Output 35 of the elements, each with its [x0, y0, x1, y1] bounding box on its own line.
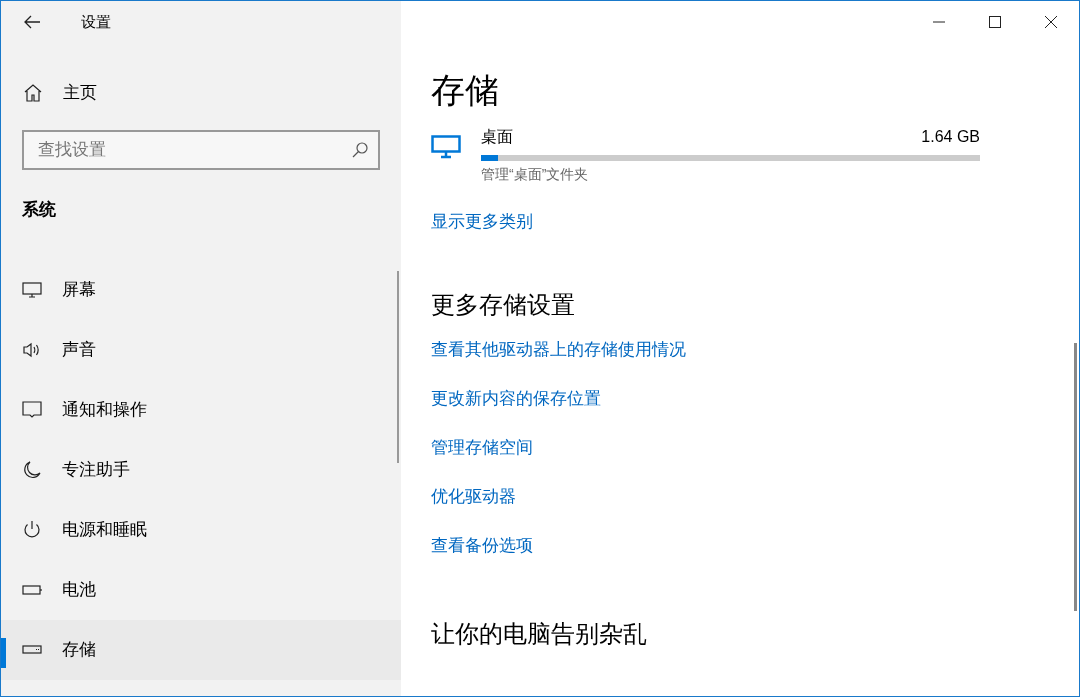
section-heading: 系统: [22, 199, 56, 221]
section-heading: 更多存储设置: [431, 289, 575, 320]
window-title: 设置: [81, 11, 111, 32]
selection-indicator: [1, 637, 6, 668]
search-field[interactable]: 查找设置: [22, 130, 380, 170]
category-name: 桌面: [481, 127, 513, 147]
power-icon: [22, 519, 42, 540]
settings-link[interactable]: 查看备份选项: [431, 533, 533, 558]
speech-bubble-icon: [22, 399, 42, 420]
home-icon: [23, 83, 43, 103]
nav-item[interactable]: 通知和操作: [1, 379, 401, 440]
settings-link[interactable]: 更改新内容的保存位置: [431, 386, 601, 411]
moon-icon: [22, 459, 42, 480]
close-icon: [1045, 16, 1057, 28]
minimize-icon: [933, 21, 945, 23]
settings-link[interactable]: 管理存储空间: [431, 435, 533, 460]
monitor-icon: [22, 279, 42, 300]
show-more-link[interactable]: 显示更多类别: [431, 209, 533, 235]
search-icon: [352, 142, 368, 158]
category-description: 管理“桌面”文件夹: [481, 165, 589, 184]
nav-item[interactable]: 专注助手: [1, 439, 401, 500]
category-size: 1.64 GB: [921, 127, 980, 147]
maximize-icon: [989, 16, 1001, 28]
nav-item[interactable]: 电池: [1, 559, 401, 620]
nav-item[interactable]: 存储: [1, 619, 401, 680]
nav-item[interactable]: 电源和睡眠: [1, 499, 401, 560]
page-title: 存储: [431, 73, 499, 107]
section-heading: 让你的电脑告别杂乱: [431, 618, 647, 649]
home-nav-item[interactable]: 主页: [1, 79, 401, 107]
nav-item[interactable]: 声音: [1, 319, 401, 380]
settings-link[interactable]: 优化驱动器: [431, 484, 516, 509]
storage-category[interactable]: 桌面 1.64 GB 管理“桌面”文件夹: [431, 125, 980, 185]
nav-item[interactable]: 屏幕: [1, 259, 401, 320]
settings-link[interactable]: 查看其他驱动器上的存储使用情况: [431, 337, 686, 362]
monitor-icon: [431, 135, 461, 159]
